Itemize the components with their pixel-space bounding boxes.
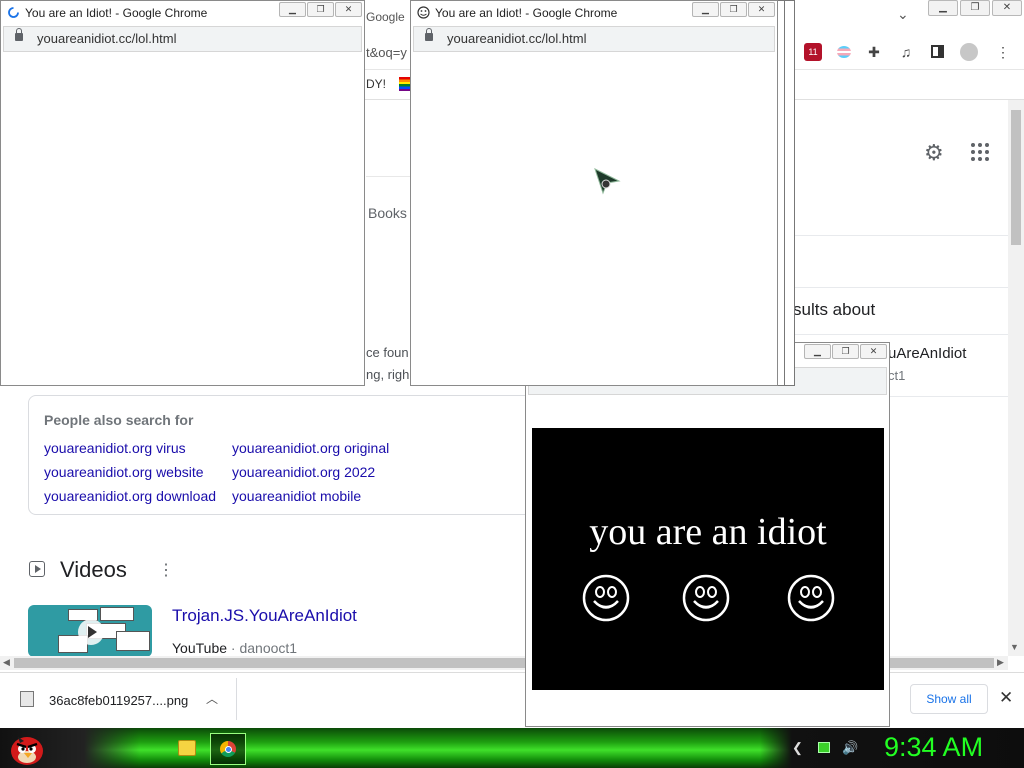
chrome-taskbar-button[interactable] — [210, 733, 246, 765]
results-about-heading: sults about — [793, 300, 876, 319]
video-thumbnail[interactable] — [28, 605, 152, 657]
restore-button[interactable]: ❐ — [720, 2, 747, 17]
loading-spinner-icon — [8, 7, 19, 18]
play-icon[interactable] — [78, 619, 104, 645]
popup-window-controls: ▁ ❐ ✕ — [804, 344, 887, 359]
idiot-message-stage[interactable]: you are an idiot — [532, 428, 884, 690]
show-all-button[interactable]: Show all — [910, 684, 988, 714]
minimize-button[interactable]: ▁ — [692, 2, 719, 17]
result-snippet: ng, righ — [366, 367, 410, 382]
restore-button[interactable]: ❐ — [307, 2, 334, 17]
lock-icon — [425, 28, 433, 41]
search-header-divider — [366, 176, 416, 177]
minimize-button[interactable]: ▁ — [804, 344, 831, 359]
chevron-up-icon[interactable]: ︿ — [206, 690, 218, 707]
back-arrow-icon[interactable]: ❮ — [792, 740, 803, 756]
related-search-link[interactable]: youareanidiot.org download — [44, 488, 216, 504]
related-search-link[interactable]: youareanidiot.org website — [44, 464, 204, 480]
puzzle-icon[interactable]: ✚ — [865, 43, 883, 61]
video-result-source: YouTube · danooct1 — [172, 640, 298, 656]
popup-url[interactable]: youareanidiot.cc/lol.html — [447, 31, 586, 46]
minimize-button[interactable]: ▁ — [928, 0, 958, 16]
apps-grid-icon[interactable] — [970, 142, 990, 168]
smiley-icon — [417, 6, 430, 19]
download-file-name[interactable]: 36ac8feb0119257....png — [49, 693, 188, 708]
divider — [236, 678, 237, 720]
related-search-link[interactable]: youareanidiot.org virus — [44, 440, 186, 456]
background-window-controls: ▁ ❐ ✕ — [928, 0, 1022, 16]
close-button[interactable]: ✕ — [860, 344, 887, 359]
smiley-icon — [787, 574, 835, 622]
idiot-popup-window[interactable]: You are an Idiot! - Google Chrome ▁ ❐ ✕ … — [410, 0, 778, 386]
image-file-icon — [20, 691, 34, 707]
restore-button[interactable]: ❐ — [960, 0, 990, 16]
close-button[interactable]: ✕ — [335, 2, 362, 17]
restore-button[interactable]: ❐ — [832, 344, 859, 359]
smiley-icon — [682, 574, 730, 622]
popup-title: You are an Idiot! - Google Chrome — [435, 6, 618, 20]
close-button[interactable]: ✕ — [748, 2, 775, 17]
related-search-link[interactable]: youareanidiot mobile — [232, 488, 361, 504]
bookmark-item[interactable]: DY! — [366, 77, 386, 91]
background-tab-label[interactable]: Google — [366, 10, 405, 24]
scroll-down-arrow-icon[interactable]: ▼ — [1010, 642, 1019, 652]
folder-icon[interactable] — [178, 740, 196, 756]
network-icon[interactable] — [818, 742, 830, 753]
vertical-scrollbar-thumb[interactable] — [1011, 110, 1021, 245]
angry-bird-start-icon[interactable] — [6, 729, 48, 767]
flag-extension-icon[interactable] — [835, 43, 853, 61]
knowledge-panel-subtitle: ct1 — [888, 368, 906, 383]
popup-window-controls: ▁ ❐ ✕ — [692, 2, 775, 17]
tab-books[interactable]: Books — [368, 205, 407, 221]
smiley-icon — [582, 574, 630, 622]
idiot-popup-window[interactable]: You are an Idiot! - Google Chrome ▁ ❐ ✕ … — [0, 0, 365, 386]
idiot-popup-window[interactable]: ▁ ❐ ✕ you are an idiot — [525, 342, 890, 727]
profile-avatar-icon[interactable] — [960, 43, 978, 61]
people-also-search-title: People also search for — [44, 412, 194, 428]
popup-window-controls: ▁ ❐ ✕ — [279, 2, 362, 17]
video-result-title[interactable]: Trojan.JS.YouAreAnIdiot — [172, 606, 357, 626]
clock[interactable]: 9:34 AM — [884, 732, 983, 763]
cursor-icon — [594, 168, 621, 195]
lock-icon — [15, 28, 23, 41]
result-snippet: ce foun — [366, 345, 409, 360]
gear-icon[interactable]: ⚙ — [924, 140, 944, 166]
idiot-message: you are an idiot — [589, 511, 827, 553]
scroll-right-arrow-icon[interactable]: ▶ — [997, 657, 1004, 668]
speaker-icon[interactable]: 🔊 — [842, 740, 858, 756]
background-address-text[interactable]: t&oq=y — [366, 45, 407, 60]
video-play-icon — [29, 561, 45, 577]
more-options-icon[interactable]: ⋮ — [158, 560, 174, 580]
videos-heading: Videos — [60, 557, 127, 582]
minimize-button[interactable]: ▁ — [279, 2, 306, 17]
divider — [888, 396, 1008, 397]
close-icon[interactable]: ✕ — [999, 688, 1013, 708]
shield-extension-icon[interactable]: 11 — [804, 43, 822, 61]
side-panel-icon[interactable] — [929, 43, 947, 61]
divider — [793, 235, 1008, 236]
related-search-link[interactable]: youareanidiot.org original — [232, 440, 389, 456]
related-search-link[interactable]: youareanidiot.org 2022 — [232, 464, 375, 480]
popup-title: You are an Idiot! - Google Chrome — [25, 6, 208, 20]
chrome-icon-center — [225, 746, 232, 753]
knowledge-panel-title[interactable]: uAreAnIdiot — [888, 345, 966, 362]
scroll-left-arrow-icon[interactable]: ◀ — [3, 657, 10, 668]
kebab-menu-icon[interactable]: ⋮ — [994, 43, 1012, 61]
media-control-icon[interactable]: ♫ — [897, 43, 915, 61]
popup-url[interactable]: youareanidiot.cc/lol.html — [37, 31, 176, 46]
divider — [793, 334, 1008, 335]
close-button[interactable]: ✕ — [992, 0, 1022, 16]
tab-search-chevron-icon[interactable]: ⌄ — [897, 6, 909, 23]
divider — [793, 287, 1008, 288]
